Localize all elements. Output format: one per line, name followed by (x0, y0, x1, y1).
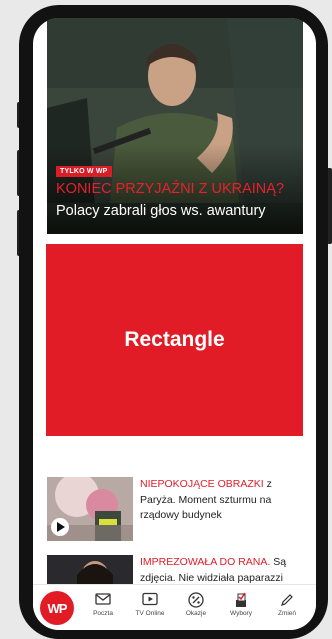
mail-icon (95, 593, 111, 605)
nav-label: Zmień (277, 610, 297, 617)
wp-logo-button[interactable]: WP (40, 591, 74, 625)
ballot-icon (236, 592, 246, 607)
device-stage: TYLKO W WP KONIEC PRZYJAŹNI Z UKRAINĄ? P… (0, 0, 332, 639)
hero-article[interactable]: TYLKO W WP KONIEC PRZYJAŹNI Z UKRAINĄ? P… (47, 18, 303, 234)
exclusive-badge: TYLKO W WP (56, 166, 112, 177)
ad-label: Rectangle (124, 328, 225, 351)
play-icon (142, 592, 158, 606)
video-play-icon[interactable] (51, 518, 69, 536)
nav-label: Wybory (230, 610, 252, 617)
nav-item-okazje[interactable]: Okazje (176, 592, 216, 617)
list-item[interactable]: NIEPOKOJĄCE OBRAZKI z Paryża. Moment szt… (47, 477, 303, 541)
nav-label: TV Online (135, 610, 165, 617)
hero-title: Polacy zabrali głos ws. awantury (56, 203, 266, 219)
nav-item-wybory[interactable]: Wybory (221, 592, 261, 617)
nav-label: Okazje (185, 610, 207, 617)
bottom-navigation: WP Poczta TV Online Okazje Wybory Zmień (33, 584, 316, 630)
nav-item-poczta[interactable]: Poczta (83, 592, 123, 617)
nav-item-tv-online[interactable]: TV Online (130, 592, 170, 617)
article-thumbnail (47, 477, 133, 541)
article-kicker: NIEPOKOJĄCE OBRAZKI (140, 478, 264, 490)
phone-screen: TYLKO W WP KONIEC PRZYJAŹNI Z UKRAINĄ? P… (33, 18, 316, 630)
ad-rectangle[interactable]: Rectangle (46, 244, 303, 436)
phone-frame: TYLKO W WP KONIEC PRZYJAŹNI Z UKRAINĄ? P… (19, 5, 328, 639)
nav-item-zmien[interactable]: Zmień (267, 592, 307, 617)
percent-icon (188, 592, 204, 608)
nav-label: Poczta (93, 610, 113, 617)
pencil-icon (281, 594, 293, 606)
article-headline: IMPREZOWAŁA DO RANA. Są zdjęcia. Nie wid… (140, 555, 303, 586)
article-kicker: IMPREZOWAŁA DO RANA. (140, 556, 271, 568)
hero-kicker: KONIEC PRZYJAŹNI Z UKRAINĄ? (56, 181, 285, 197)
article-headline: NIEPOKOJĄCE OBRAZKI z Paryża. Moment szt… (140, 477, 303, 524)
